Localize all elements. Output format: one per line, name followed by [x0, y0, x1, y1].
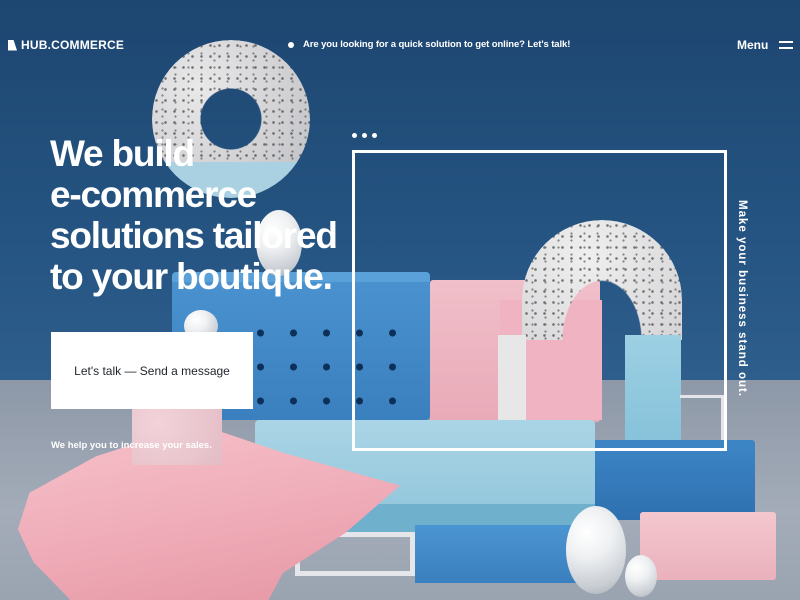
terrazzo-cube-shape: [132, 405, 222, 465]
headline-line: to your boutique.: [50, 256, 333, 297]
hamburger-menu-icon: [779, 41, 794, 49]
white-sphere-3: [566, 506, 626, 594]
announcement-bar[interactable]: Are you looking for a quick solution to …: [288, 39, 570, 50]
white-frame-outline: [352, 150, 727, 451]
white-sphere-4: [625, 555, 657, 597]
hero-headline: We build e-commerce solutions tailored t…: [50, 133, 338, 297]
brand-logo-link[interactable]: HUB.COMMERCE: [8, 38, 124, 52]
headline-line: solutions tailored: [50, 215, 338, 256]
side-tagline: Make your business stand out.: [736, 200, 748, 398]
logo-mark-icon: [8, 39, 17, 51]
announcement-text: Are you looking for a quick solution to …: [303, 39, 571, 50]
menu-button[interactable]: Menu: [737, 38, 794, 52]
site-header: HUB.COMMERCE Are you looking for a quick…: [0, 0, 800, 90]
menu-label: Menu: [737, 38, 769, 52]
pink-slab-shape: [640, 512, 776, 580]
headline-line: We build: [50, 133, 195, 174]
hero-subtext: We help you to increase your sales.: [51, 440, 212, 451]
ellipsis-dots-icon: [352, 133, 377, 138]
send-message-button[interactable]: Let's talk — Send a message: [51, 332, 253, 409]
blue-platform-low: [415, 525, 585, 583]
bullet-dot-icon: [288, 41, 294, 48]
headline-line: e-commerce: [50, 174, 257, 215]
brand-name: HUB.COMMERCE: [21, 38, 125, 52]
